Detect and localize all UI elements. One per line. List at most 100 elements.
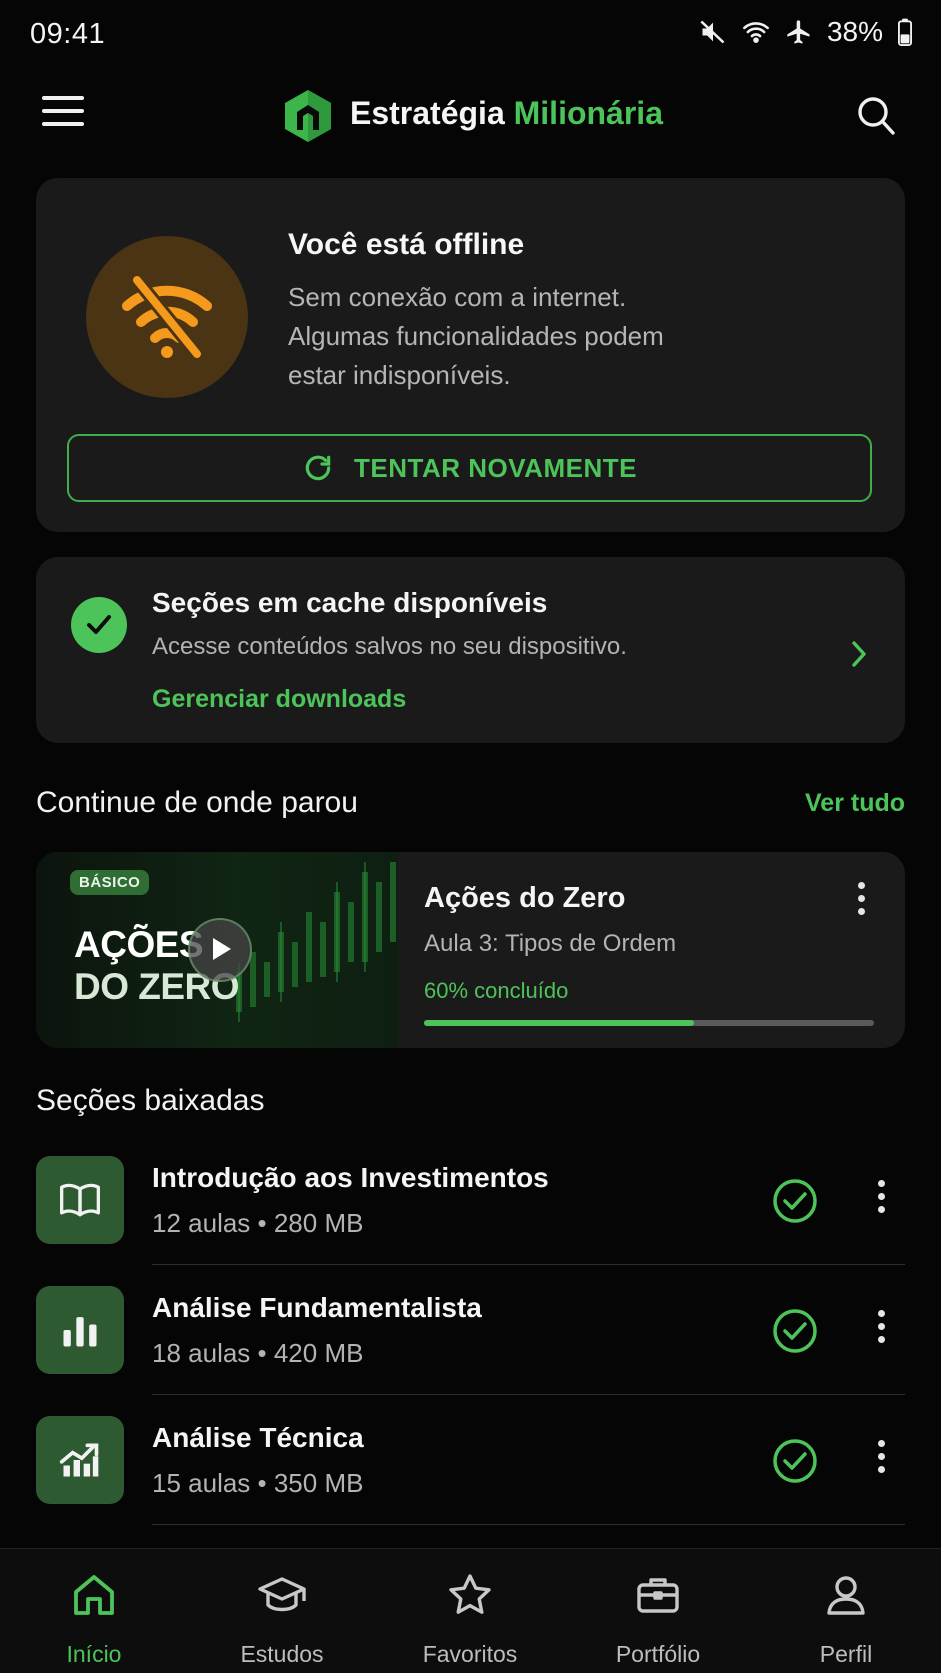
more-dot: [858, 895, 865, 902]
divider: [152, 1394, 905, 1395]
download-item-name: Introdução aos Investimentos: [152, 1162, 549, 1193]
wifi-icon: [743, 22, 769, 43]
more-dot: [878, 1453, 885, 1460]
trend-chart-icon: [59, 1443, 99, 1477]
brand-part2: Milionária: [513, 95, 663, 131]
bottom-navigation: Início Estudos Favoritos Portfólio Perfi…: [0, 1548, 941, 1673]
nav-item-portfolio[interactable]: Portfólio: [564, 1549, 752, 1673]
status-icons: 38%: [699, 16, 913, 48]
book-icon: [60, 1183, 100, 1217]
downloaded-check-icon: [773, 1179, 817, 1223]
course-lesson: Aula 3: Tipos de Ordem: [424, 930, 677, 957]
manage-downloads-link[interactable]: Gerenciar downloads: [152, 685, 406, 714]
downloads-section-title: Seções baixadas: [36, 1084, 265, 1117]
person-icon: [827, 1576, 865, 1615]
course-progress-bar: [424, 1020, 874, 1026]
course-more-button[interactable]: [858, 882, 868, 921]
briefcase-icon: [637, 1578, 679, 1613]
bar-chart-icon: [63, 1317, 97, 1347]
star-icon: [449, 1574, 491, 1614]
download-item-more-button[interactable]: [878, 1440, 885, 1479]
offline-title: Você está offline: [288, 228, 525, 261]
more-dot: [878, 1336, 885, 1343]
cache-status-badge: [71, 597, 127, 653]
play-icon: [213, 938, 231, 960]
more-dot: [878, 1323, 885, 1330]
more-dot: [878, 1193, 885, 1200]
downloaded-check-icon: [773, 1309, 817, 1353]
download-item-meta: 18 aulas • 420 MB: [152, 1338, 364, 1368]
status-time: 09:41: [30, 18, 106, 50]
logo-icon: [285, 90, 331, 142]
download-item-meta: 12 aulas • 280 MB: [152, 1208, 364, 1238]
download-item-intro[interactable]: Introdução aos Investimentos 12 aulas • …: [36, 1156, 905, 1286]
more-dot: [878, 1206, 885, 1213]
download-item-name: Análise Fundamentalista: [152, 1292, 482, 1323]
retry-label: TENTAR NOVAMENTE: [354, 452, 637, 483]
nav-item-inicio[interactable]: Início: [0, 1549, 188, 1673]
download-item-icon-tile: [36, 1286, 124, 1374]
chevron-right-icon: [852, 641, 866, 667]
course-progress-label: 60% concluído: [424, 978, 569, 1003]
download-item-fundamental[interactable]: Análise Fundamentalista 18 aulas • 420 M…: [36, 1286, 905, 1416]
continue-section-title: Continue de onde parou: [36, 786, 358, 819]
checkmark-icon: [87, 615, 111, 634]
hamburger-line: [42, 109, 84, 113]
nav-label: Início: [66, 1641, 122, 1667]
graduation-cap-icon: [258, 1577, 306, 1612]
nav-item-estudos[interactable]: Estudos: [188, 1549, 376, 1673]
nav-item-favoritos[interactable]: Favoritos: [376, 1549, 564, 1673]
airplane-icon: [787, 20, 810, 44]
see-all-link[interactable]: Ver tudo: [805, 789, 905, 818]
more-vertical-icon: [858, 882, 865, 889]
download-item-name: Análise Técnica: [152, 1422, 364, 1453]
brand-logo: [282, 88, 334, 144]
download-item-technical[interactable]: Análise Técnica 15 aulas • 350 MB: [36, 1416, 905, 1546]
download-item-meta: 15 aulas • 350 MB: [152, 1468, 364, 1498]
more-dot: [878, 1466, 885, 1473]
cache-description: Acesse conteúdos salvos no seu dispositi…: [152, 633, 627, 660]
mute-icon: [700, 20, 725, 44]
battery-icon: [898, 18, 912, 46]
more-vertical-icon: [878, 1180, 885, 1187]
play-button[interactable]: [188, 918, 252, 982]
home-icon: [74, 1575, 114, 1615]
nav-item-perfil[interactable]: Perfil: [752, 1549, 940, 1673]
search-button[interactable]: [856, 95, 896, 137]
refresh-icon: [305, 455, 331, 481]
hamburger-line: [42, 122, 84, 126]
download-item-more-button[interactable]: [878, 1180, 885, 1219]
course-name: Ações do Zero: [424, 882, 626, 914]
continue-course-card[interactable]: BÁSICO AÇÕES DO ZERO Ações do Zero Aula …: [36, 852, 905, 1048]
cache-title: Seções em cache disponíveis: [152, 587, 548, 618]
menu-button[interactable]: [42, 96, 84, 136]
course-progress-fill: [424, 1020, 694, 1026]
more-dot: [858, 908, 865, 915]
brand-title: Estratégia Milionária: [350, 95, 663, 132]
hamburger-icon: [42, 96, 84, 100]
downloaded-check-icon: [773, 1439, 817, 1483]
retry-button[interactable]: TENTAR NOVAMENTE: [67, 434, 872, 502]
download-item-icon-tile: [36, 1156, 124, 1244]
download-item-more-button[interactable]: [878, 1310, 885, 1349]
nav-label: Favoritos: [422, 1641, 518, 1667]
battery-percentage: 38%: [826, 16, 883, 47]
search-icon: [858, 97, 895, 135]
more-vertical-icon: [878, 1310, 885, 1317]
nav-label: Perfil: [819, 1641, 873, 1667]
cache-card[interactable]: Seções em cache disponíveis Acesse conte…: [36, 557, 905, 743]
offline-card: Você está offline Sem conexão com a inte…: [36, 178, 905, 532]
brand-part1: Estratégia: [350, 95, 505, 131]
nav-label: Portfólio: [615, 1641, 701, 1667]
thumbnail-title-line1: AÇÕES: [74, 924, 204, 965]
more-vertical-icon: [878, 1440, 885, 1447]
course-thumbnail[interactable]: BÁSICO AÇÕES DO ZERO: [36, 852, 398, 1048]
divider: [152, 1264, 905, 1265]
nav-label: Estudos: [240, 1641, 324, 1667]
divider: [152, 1524, 905, 1525]
offline-message: Sem conexão com a internet. Algumas func…: [288, 282, 664, 390]
level-badge: BÁSICO: [70, 870, 150, 895]
wifi-off-icon: [122, 273, 212, 361]
offline-icon-badge: [86, 236, 248, 398]
download-item-icon-tile: [36, 1416, 124, 1504]
